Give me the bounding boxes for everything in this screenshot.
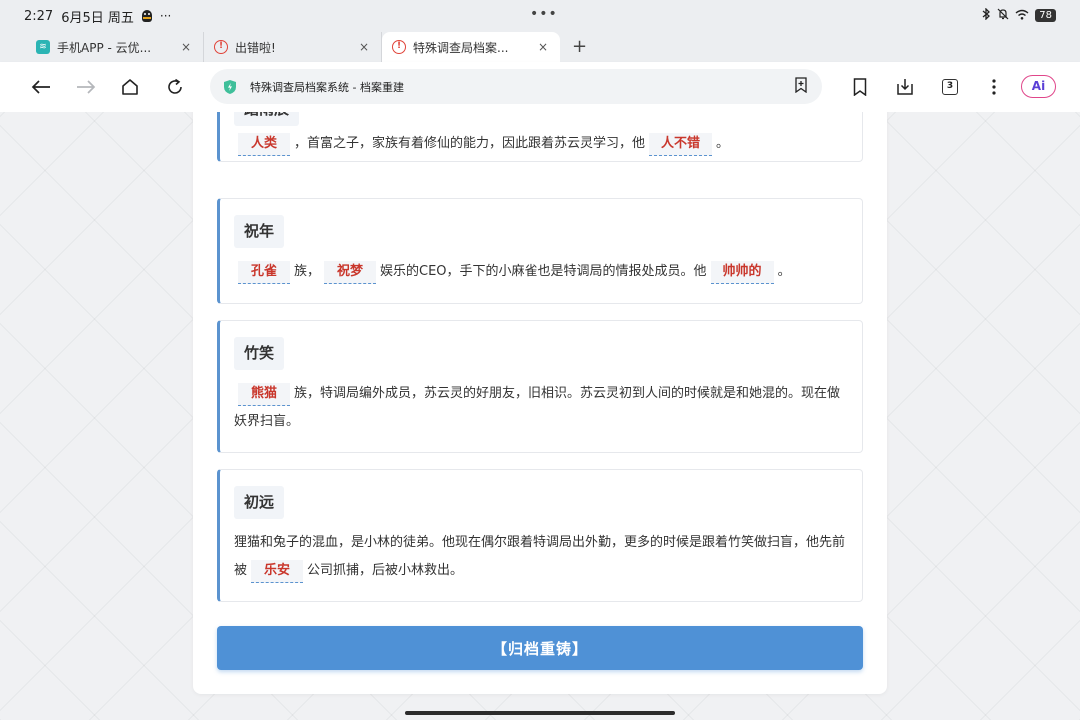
profile-card-zhuxiao: 竹笑 熊猫 族，特调局编外成员，苏云灵的好朋友，旧相识。苏云灵初到人间的时候就是和… [217, 320, 863, 453]
fill-blank[interactable]: 乐安 [251, 560, 304, 583]
fill-blank[interactable]: 人不错 [649, 133, 713, 156]
card-body: 熊猫 族，特调局编外成员，苏云灵的好朋友，旧相识。苏云灵初到人间的时候就是和她混的… [234, 380, 848, 436]
new-tab-button[interactable]: + [572, 32, 587, 62]
card-text: ，首富之子，家族有着修仙的能力，因此跟着苏云灵学习，他 [294, 136, 646, 151]
card-text: 族， [294, 264, 321, 279]
reload-button[interactable] [163, 75, 187, 99]
card-text: 。 [777, 264, 791, 279]
shield-icon [222, 79, 238, 95]
qq-icon [141, 10, 152, 22]
error-icon: ! [214, 40, 228, 54]
error-icon: ! [392, 40, 406, 54]
card-body: 人类 ，首富之子，家族有着修仙的能力，因此跟着苏云灵学习，他 人不错。 [234, 130, 848, 158]
add-bookmark-icon[interactable] [794, 76, 808, 97]
card-body: 孔雀 族， 祝梦 娱乐的CEO，手下的小麻雀也是特调局的情报处成员。他 帅帅的。 [234, 258, 848, 286]
status-left: 2:27 6月5日 周五 ··· [24, 7, 171, 26]
status-date: 6月5日 周五 [61, 10, 134, 26]
archive-rebuild-button[interactable]: 【归档重铸】 [217, 626, 863, 670]
fill-blank[interactable]: 帅帅的 [710, 261, 774, 284]
card-name: 竹笑 [234, 337, 285, 370]
tab-title: 出错啦! [235, 40, 276, 55]
fill-blank[interactable]: 孔雀 [238, 261, 290, 284]
tab-count: 3 [942, 79, 958, 95]
close-icon[interactable]: × [179, 40, 193, 54]
tab-title: 手机APP - 云优... [57, 40, 152, 55]
mute-icon [997, 8, 1009, 23]
archive-sheet: 踏雨辰 人类，首富之子，家族有着修仙的能力，因此跟着苏云灵学习，他人不错。 祝年… [193, 112, 887, 694]
tab-app-cloud[interactable]: ≋ 手机APP - 云优... × [26, 32, 204, 62]
card-text: 公司抓捕，后被小林救出。 [307, 563, 464, 578]
ai-assistant-button[interactable]: Ai [1021, 75, 1056, 98]
close-icon[interactable]: × [536, 40, 550, 54]
tab-switcher-button[interactable]: 3 [938, 75, 962, 99]
card-body: 狸猫和兔子的混血，是小林的徒弟。他现在偶尔跟着特调局出外勤，更多的时候是跟着竹笑… [234, 529, 848, 585]
back-button[interactable] [29, 75, 53, 99]
status-bar: 2:27 6月5日 周五 ··· ••• 78 [0, 0, 1080, 32]
downloads-button[interactable] [893, 75, 917, 99]
profile-card-chuyuan: 初远 狸猫和兔子的混血，是小林的徒弟。他现在偶尔跟着特调局出外勤，更多的时候是跟… [217, 469, 863, 602]
forward-button[interactable] [74, 75, 98, 99]
fill-blank[interactable]: 人类 [238, 133, 290, 156]
profile-card-zhunian: 祝年 孔雀 族， 祝梦 娱乐的CEO，手下的小麻雀也是特调局的情报处成员。他 帅帅的。 [217, 198, 863, 304]
browser-toolbar: 特殊调查局档案系统 - 档案重建 3 Ai [0, 62, 1080, 112]
card-name: 祝年 [234, 215, 285, 248]
card-text: 族，特调局编外成员，苏云灵的好朋友，旧相识。苏云灵初到人间的时候就是和她混的。现… [234, 386, 841, 429]
tab-error[interactable]: ! 出错啦! × [204, 32, 382, 62]
fill-blank[interactable]: 祝梦 [324, 261, 377, 284]
close-icon[interactable]: × [357, 40, 371, 54]
menu-button[interactable] [982, 75, 1006, 99]
status-more: ··· [159, 9, 172, 23]
card-text: 娱乐的CEO，手下的小麻雀也是特调局的情报处成员。他 [380, 264, 707, 279]
wifi-icon [1015, 9, 1029, 23]
multitask-dots[interactable]: ••• [530, 6, 558, 22]
status-time: 2:27 [24, 8, 54, 24]
url-text: 特殊调查局档案系统 - 档案重建 [250, 80, 404, 94]
battery-indicator: 78 [1035, 9, 1056, 22]
tab-title: 特殊调查局档案... [413, 40, 509, 55]
address-bar[interactable]: 特殊调查局档案系统 - 档案重建 [210, 69, 822, 104]
page-viewport: 踏雨辰 人类，首富之子，家族有着修仙的能力，因此跟着苏云灵学习，他人不错。 祝年… [0, 112, 1080, 720]
tab-archive-active[interactable]: ! 特殊调查局档案... × [382, 32, 560, 62]
fill-blank[interactable]: 熊猫 [238, 383, 290, 406]
status-right: 78 [981, 7, 1056, 23]
bookmarks-button[interactable] [848, 75, 872, 99]
tab-strip: ≋ 手机APP - 云优... × ! 出错啦! × ! 特殊调查局档案... … [0, 32, 1080, 62]
card-name: 踏雨辰 [234, 112, 300, 126]
cloud-icon: ≋ [36, 40, 50, 54]
card-name: 初远 [234, 486, 285, 519]
home-button[interactable] [118, 75, 142, 99]
home-indicator[interactable] [405, 711, 675, 715]
profile-card-tayuchen: 踏雨辰 人类 ，首富之子，家族有着修仙的能力，因此跟着苏云灵学习，他人不错。 [217, 112, 863, 162]
card-text: 。 [716, 136, 730, 151]
bluetooth-icon [981, 7, 991, 23]
